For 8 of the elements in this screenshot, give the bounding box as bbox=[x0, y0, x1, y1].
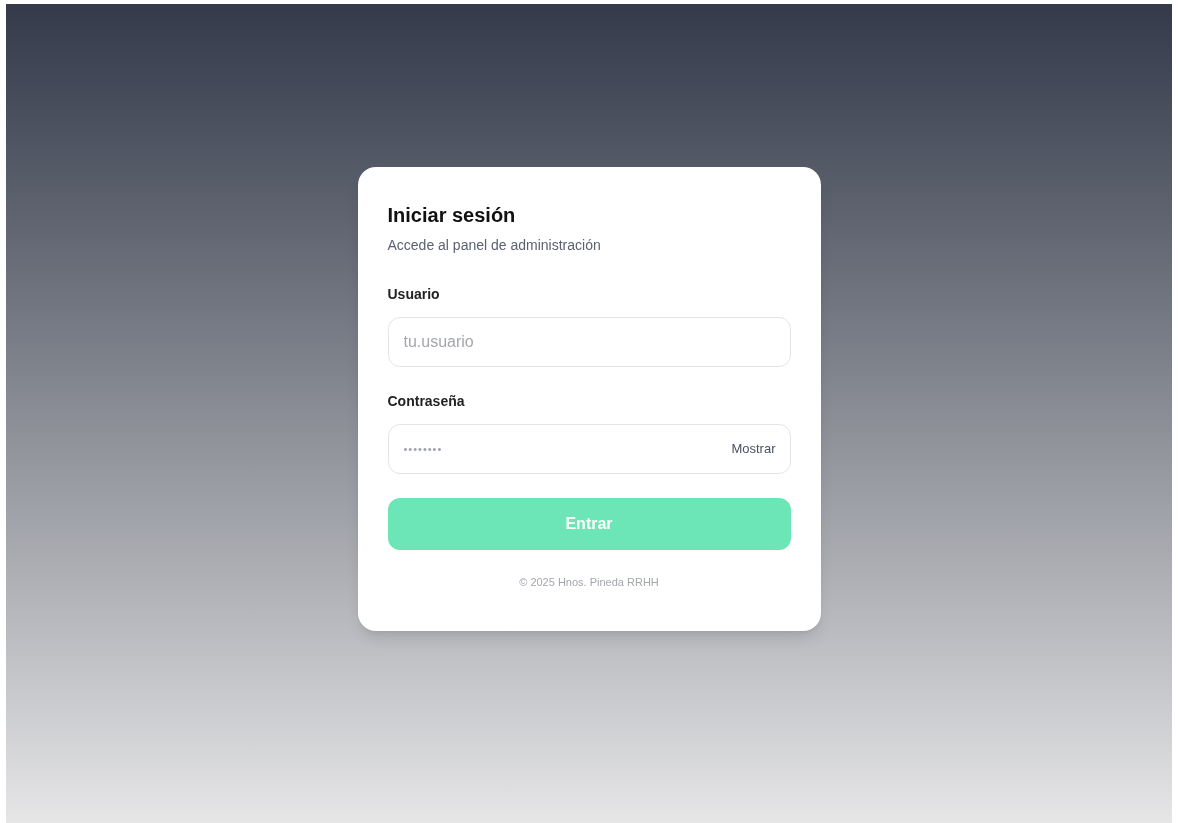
show-password-button[interactable]: Mostrar bbox=[731, 439, 776, 459]
username-field[interactable]: tu.usuario bbox=[387, 317, 791, 367]
copyright-text: © 2025 Hnos. Pineda RRHH bbox=[518, 575, 660, 590]
card-subtitle: Accede al panel de administración bbox=[387, 236, 602, 255]
field-label: Contraseña bbox=[387, 392, 466, 411]
field-label: Usuario bbox=[387, 285, 441, 304]
password-field[interactable]: •••••••• Mostrar bbox=[387, 424, 791, 474]
card-title: Iniciar sesión bbox=[387, 203, 517, 228]
